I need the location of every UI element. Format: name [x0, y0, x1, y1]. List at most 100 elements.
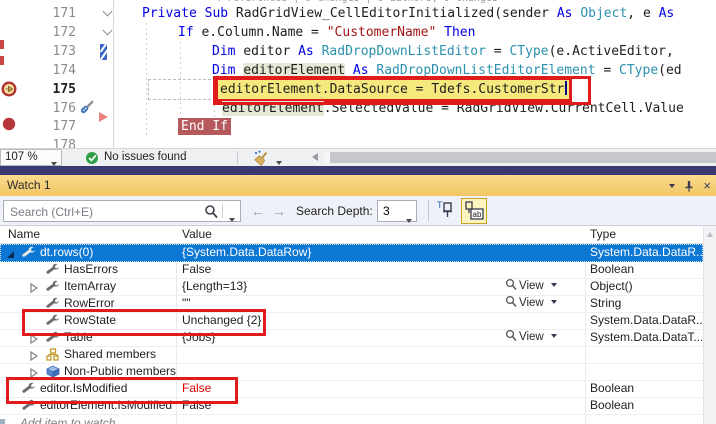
pin-values-button[interactable]: T	[436, 199, 458, 223]
wrench-icon	[46, 314, 60, 325]
watch-row[interactable]: HasErrors False Boolean	[0, 261, 703, 279]
line-number: 175	[52, 82, 76, 97]
watch-value[interactable]: {System.Data.DataRow}	[182, 244, 502, 261]
search-next-arrow-icon[interactable]: →	[272, 203, 286, 219]
editor-status-bar: 107 % No issues found	[0, 148, 716, 167]
collapse-arrow-icon[interactable]	[30, 282, 39, 294]
watch-type: System.Data.DataT...	[590, 330, 702, 344]
code-token: editorElement	[243, 63, 346, 78]
watch-value[interactable]: ""	[182, 295, 502, 312]
show-values-in-text-toggle[interactable]: ab	[461, 198, 487, 224]
watch-value[interactable]: False	[182, 261, 502, 278]
watch-name[interactable]: RowState	[64, 312, 176, 329]
code-token: If	[178, 25, 194, 40]
magnifier-icon	[505, 295, 517, 307]
watch-type: Boolean	[590, 262, 635, 276]
expand-arrow-icon[interactable]	[6, 250, 15, 259]
window-menu-chevron-icon[interactable]	[669, 183, 676, 188]
watch-value[interactable]: {Length=13}	[182, 278, 502, 295]
watch-row[interactable]: editor.IsModified False Boolean	[0, 380, 703, 398]
outline-collapse-chevron-icon[interactable]	[103, 8, 112, 17]
issues-status-text[interactable]: No issues found	[104, 151, 186, 163]
watch-name[interactable]: ItemArray	[64, 278, 176, 295]
watch-type: System.Data.DataR...	[590, 245, 702, 259]
code-token: Dim	[212, 63, 236, 78]
wrench-icon	[46, 280, 60, 291]
watch-name[interactable]: Shared members	[64, 346, 176, 363]
watch-name[interactable]: editorElement.IsModified	[40, 397, 176, 414]
watch-row[interactable]: RowError "" View String	[0, 295, 703, 313]
svg-text:ab: ab	[473, 210, 482, 219]
watch-row[interactable]: Table {Jobs} View System.Data.DataT...	[0, 329, 703, 347]
watch-row[interactable]: editorElement.IsModified False Boolean	[0, 397, 703, 415]
watch-name[interactable]: HasErrors	[64, 261, 176, 278]
watch-name[interactable]: RowError	[64, 295, 176, 312]
chevron-down-icon[interactable]	[276, 161, 282, 165]
scroll-up-arrow-icon[interactable]	[707, 232, 713, 237]
search-icon[interactable]	[204, 204, 218, 224]
chevron-down-icon[interactable]	[229, 218, 235, 222]
search-input[interactable]	[8, 202, 187, 222]
watch-row[interactable]: ItemArray {Length=13} View Object()	[0, 278, 703, 296]
code-line[interactable]: 173 Dim editor As RadDropDownListEditor =…	[0, 42, 716, 61]
pin-icon[interactable]	[684, 180, 694, 192]
code-token: Private	[142, 6, 197, 21]
code-text: Dim editor As RadDropDownListEditor = CT…	[212, 42, 674, 61]
zoom-level-value: 107 %	[5, 151, 38, 163]
watch-value[interactable]: False	[182, 380, 502, 397]
column-header-name[interactable]: Name	[8, 227, 40, 241]
search-depth-value: 3	[383, 204, 390, 218]
code-token: As	[298, 44, 314, 59]
watch-row[interactable]: dt.rows(0) {System.Data.DataRow} System.Da…	[0, 244, 703, 262]
search-prev-arrow-icon[interactable]: ←	[251, 203, 265, 219]
horizontal-scrollbar-thumb[interactable]	[330, 152, 716, 163]
code-line[interactable]: 175 editorElement.DataSource = Tdefs.Cust…	[0, 77, 716, 102]
watch-value[interactable]: Unchanged {2}	[182, 312, 502, 329]
scroll-left-arrow-icon[interactable]	[312, 153, 318, 161]
screwdriver-quick-action-icon[interactable]	[77, 98, 96, 122]
code-text: End If	[178, 117, 231, 136]
collapse-arrow-icon[interactable]	[30, 350, 39, 362]
breakpoint-icon[interactable]	[2, 117, 16, 136]
close-icon[interactable]: ×	[703, 179, 711, 192]
code-token: Then	[444, 25, 476, 40]
code-token: End If	[178, 118, 231, 135]
zoom-level-select[interactable]: 107 %	[0, 149, 62, 166]
watch-value[interactable]: {Jobs}	[182, 329, 502, 346]
watch-name[interactable]: Table	[64, 329, 176, 346]
search-depth-select[interactable]: 3	[377, 200, 417, 223]
view-button[interactable]: View	[505, 329, 579, 346]
watch-name[interactable]: Non-Public members	[64, 363, 176, 380]
wrench-icon	[22, 382, 36, 393]
watch-title-bar[interactable]: Watch 1 ×	[0, 175, 716, 196]
watch-row[interactable]: Non-Public members	[0, 363, 703, 381]
search-depth-label: Search Depth:	[296, 204, 373, 218]
code-editor[interactable]: 4 references | 0 changes | 0 authors, 0 …	[0, 0, 716, 148]
watch-row[interactable]: Shared members	[0, 346, 703, 364]
code-token: As	[658, 6, 675, 21]
watch-row[interactable]: RowState Unchanged {2} System.Data.DataR..…	[0, 312, 703, 330]
watch-name[interactable]: editor.IsModified	[40, 380, 176, 397]
column-header-value[interactable]: Value	[182, 227, 212, 241]
watch-value[interactable]: False	[182, 397, 502, 414]
watch-type: String	[590, 296, 622, 310]
watch-name[interactable]: dt.rows(0)	[40, 244, 176, 261]
code-line[interactable]: 178	[0, 136, 716, 148]
column-header-type[interactable]: Type	[590, 227, 616, 241]
outline-collapse-chevron-icon[interactable]	[103, 27, 112, 36]
view-button[interactable]: View	[505, 278, 579, 295]
vertical-scrollbar[interactable]	[703, 226, 716, 424]
collapse-arrow-icon[interactable]	[30, 367, 39, 379]
code-token: , e	[627, 6, 659, 21]
breakpoint-current-line-icon[interactable]	[1, 81, 17, 102]
search-box[interactable]	[3, 200, 241, 222]
collapse-arrow-icon[interactable]	[30, 333, 39, 345]
view-button[interactable]: View	[505, 295, 579, 312]
window-divider	[0, 166, 716, 175]
code-token: editorElement.DataSource = Tdefs.Custome…	[220, 82, 565, 97]
watch-toolbar: ← → Search Depth: 3 T ab	[0, 196, 716, 226]
add-watch-row[interactable]: Add item to watch	[20, 416, 115, 424]
text-caret	[565, 81, 568, 95]
